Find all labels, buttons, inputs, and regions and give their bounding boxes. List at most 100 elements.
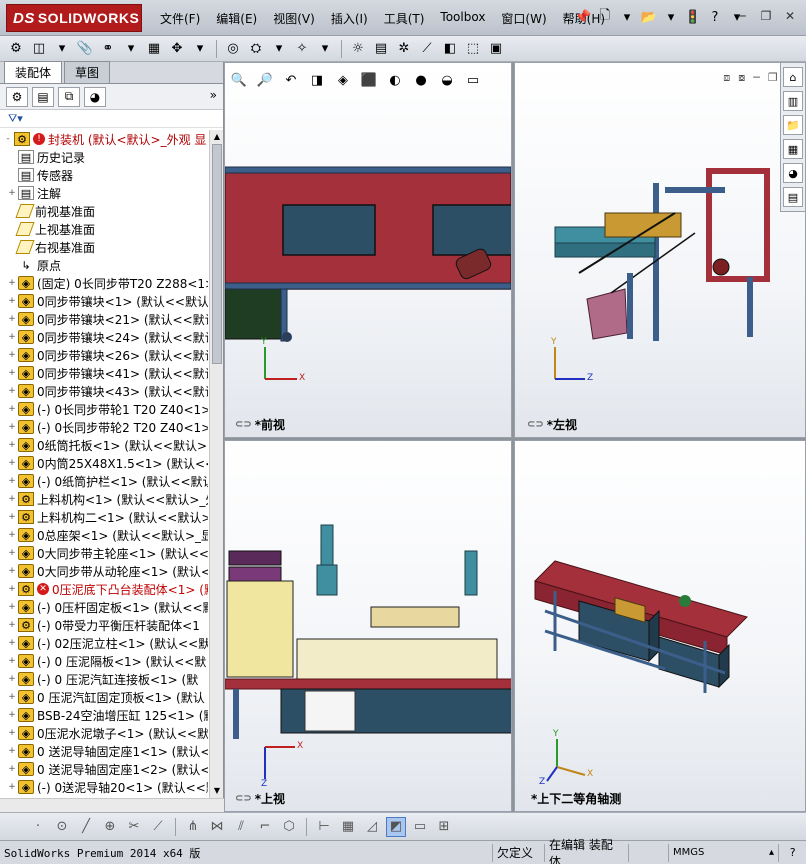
corner-rectangle-icon[interactable]: ⌐ (255, 817, 275, 837)
expand-toggle-icon[interactable]: + (6, 494, 18, 504)
large-assembly-mode-icon[interactable]: ▣ (486, 39, 506, 59)
dropdown-arrow-icon[interactable]: ▾ (618, 8, 636, 26)
tree-item[interactable]: + ◈ 0 送泥导轴固定座1<1> (默认< (0, 742, 208, 760)
appearances-scenes-icon[interactable]: ◕ (783, 163, 803, 183)
reference-geometry-icon[interactable]: ✧ (292, 39, 312, 59)
menu-item[interactable]: 工具(T) (376, 8, 433, 29)
scroll-up-icon[interactable]: ▲ (210, 130, 224, 144)
expand-toggle-icon[interactable]: + (6, 692, 18, 702)
viewport-front[interactable]: 🔍 🔎 ↶ ◨ ◈ ⬛ ◐ ● ◒ ▭ Y X ⊂⊃ *前视 (224, 62, 512, 438)
tab-sketch[interactable]: 草图 (64, 61, 111, 83)
tree-item[interactable]: 上视基准面 (0, 220, 208, 238)
menu-item[interactable]: 窗口(W) (493, 8, 554, 29)
tree-item[interactable]: +⚙✕0压泥底下凸台装配体<1> (默认 (0, 580, 208, 598)
expand-toggle-icon[interactable]: + (6, 422, 18, 432)
tree-item[interactable]: + ◈ (-) 0长同步带轮2 T20 Z40<1> (0, 418, 208, 436)
tree-item[interactable]: ▤ 历史记录 (0, 148, 208, 166)
tree-item[interactable]: + ◈ 0同步带镶块<26> (默认<<默认 (0, 346, 208, 364)
grid-icon[interactable]: ▦ (338, 817, 358, 837)
display-manager-tab-icon[interactable]: ◕ (84, 86, 106, 107)
expand-toggle-icon[interactable]: + (6, 674, 18, 684)
expand-toggle-icon[interactable]: + (6, 728, 18, 738)
new-motion-study-icon[interactable]: ☼ (348, 39, 368, 59)
expand-toggle-icon[interactable]: + (6, 188, 18, 198)
rebuild-traffic-light-icon[interactable]: 🚦 (684, 8, 702, 26)
expand-toggle-icon[interactable]: + (6, 620, 18, 630)
menu-item[interactable]: 视图(V) (265, 8, 323, 29)
status-units[interactable]: MMGS ▴ (668, 843, 778, 862)
tree-item[interactable]: + ◈ (-) 0压杆固定板<1> (默认<<默 (0, 598, 208, 616)
tree-item[interactable]: + ◈ (-) 0纸筒护栏<1> (默认<<默认 (0, 472, 208, 490)
tree-item[interactable]: 右视基准面 (0, 238, 208, 256)
four-view-icon[interactable]: ⊞ (434, 817, 454, 837)
tree-item[interactable]: + ◈ 0同步带镶块<41> (默认<<默认 (0, 364, 208, 382)
dropdown-arrow-icon[interactable]: ▾ (315, 39, 335, 59)
tree-item[interactable]: + ◈ 0同步带镶块<1> (默认<<默认> (0, 292, 208, 310)
restore-icon[interactable]: ❐ (758, 9, 774, 23)
tree-item[interactable]: + ◈ (固定) 0长同步带T20 Z288<1> (0, 274, 208, 292)
tree-item[interactable]: + ◈ BSB-24空油增压缸 125<1> (默 (0, 706, 208, 724)
mirror-icon[interactable]: ⋈ (207, 817, 227, 837)
tree-item[interactable]: + ◈ 0大同步带从动轮座<1> (默认<< (0, 562, 208, 580)
tree-item[interactable]: 前视基准面 (0, 202, 208, 220)
move-component-icon[interactable]: ✥ (167, 39, 187, 59)
new-part-icon[interactable]: ◫ (29, 39, 49, 59)
shaded-display-icon[interactable]: ◩ (386, 816, 406, 837)
scroll-down-icon[interactable]: ▼ (210, 784, 224, 798)
tree-item[interactable]: + ◈ 0压泥水泥墩子<1> (默认<<默认 (0, 724, 208, 742)
tree-item[interactable]: - ⚙! 封装机 (默认<默认>_外观 显 (0, 130, 208, 148)
close-icon[interactable]: ✕ (782, 9, 798, 23)
dropdown-arrow-icon[interactable]: ▾ (269, 39, 289, 59)
tree-item[interactable]: + ⚙ 上料机构<1> (默认<<默认>_外 (0, 490, 208, 508)
solidworks-resources-icon[interactable]: ⌂ (783, 67, 803, 87)
viewport-isometric[interactable]: Y X Z *上下二等角轴测 (514, 440, 806, 812)
tree-item[interactable]: + ⚙ (-) 0带受力平衡压杆装配体<1 (0, 616, 208, 634)
expand-toggle-icon[interactable]: + (6, 566, 18, 576)
expand-toggle-icon[interactable]: + (6, 404, 18, 414)
expand-toggle-icon[interactable]: + (6, 476, 18, 486)
trim-icon[interactable]: ✂ (124, 817, 144, 837)
new-document-icon[interactable]: 🗋 (596, 8, 614, 26)
tab-assembly[interactable]: 装配体 (4, 61, 63, 83)
tree-item[interactable]: + ◈ 0大同步带主轮座<1> (默认<<默 (0, 544, 208, 562)
centerpoint-icon[interactable]: ⊕ (100, 817, 120, 837)
tree-horizontal-scrollbar[interactable] (0, 798, 224, 812)
tree-filter[interactable]: ⛛▾ (0, 110, 223, 128)
expand-toggle-icon[interactable]: + (6, 548, 18, 558)
tree-item[interactable]: + ◈ (-) 0 压泥隔板<1> (默认<<默 (0, 652, 208, 670)
tree-item[interactable]: + ◈ 0 压泥汽缸固定顶板<1> (默认 (0, 688, 208, 706)
help-icon[interactable]: ? (706, 8, 724, 26)
expand-toggle-icon[interactable]: + (6, 746, 18, 756)
interference-detection-icon[interactable]: ◧ (440, 39, 460, 59)
expand-toggle-icon[interactable]: - (2, 134, 14, 144)
tree-vertical-scrollbar[interactable]: ▲ ▼ (209, 130, 223, 798)
tree-item[interactable]: + ◈ (-) 0长同步带轮1 T20 Z40<1> (0, 400, 208, 418)
dropdown-arrow-icon[interactable]: ▾ (190, 39, 210, 59)
circle-icon[interactable]: ⊙ (52, 817, 72, 837)
assembly-features-icon[interactable]: ⛭ (246, 39, 266, 59)
tree-item[interactable]: + ◈ 0纸筒托板<1> (默认<<默认> (0, 436, 208, 454)
chevron-right-icon[interactable]: » (210, 88, 217, 102)
expand-toggle-icon[interactable]: + (6, 368, 18, 378)
show-hidden-icon[interactable]: ◎ (223, 39, 243, 59)
line-icon[interactable]: ╱ (76, 817, 96, 837)
link-views-icon[interactable]: ⊂⊃ (235, 419, 252, 430)
component-pattern-icon[interactable]: ▦ (144, 39, 164, 59)
file-explorer-icon[interactable]: 📁 (783, 115, 803, 135)
expand-toggle-icon[interactable]: + (6, 530, 18, 540)
tree-item[interactable]: ▤ 传感器 (0, 166, 208, 184)
expand-toggle-icon[interactable]: + (6, 440, 18, 450)
property-manager-tab-icon[interactable]: ▤ (32, 86, 54, 107)
menu-item[interactable]: 插入(I) (323, 8, 376, 29)
tree-item[interactable]: + ◈ 0同步带镶块<21> (默认<<默认 (0, 310, 208, 328)
insert-component-icon[interactable]: ⚙ (6, 39, 26, 59)
view-palette-icon[interactable]: ▦ (783, 139, 803, 159)
expand-toggle-icon[interactable]: + (6, 764, 18, 774)
tree-item[interactable]: + ▤ 注解 (0, 184, 208, 202)
instant-3d-icon[interactable]: ⬚ (463, 39, 483, 59)
expand-toggle-icon[interactable]: + (6, 350, 18, 360)
design-library-icon[interactable]: ▥ (783, 91, 803, 111)
extend-icon[interactable]: ⟋ (148, 817, 168, 837)
tree-item[interactable]: + ⚙ 上料机构二<1> (默认<<默认>_ (0, 508, 208, 526)
dropdown-arrow-icon[interactable]: ▾ (121, 39, 141, 59)
